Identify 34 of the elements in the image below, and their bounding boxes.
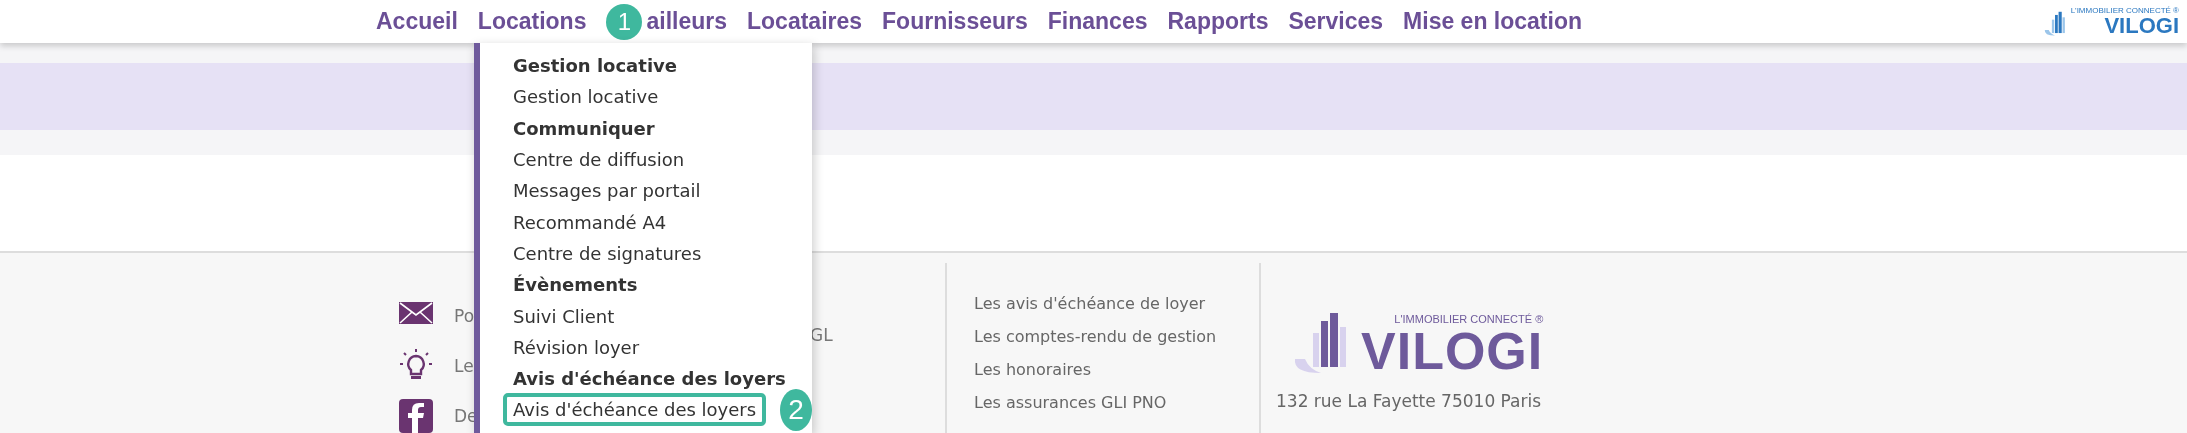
nav-link[interactable]: Locations (477, 8, 587, 35)
menu-heading: Évènements (513, 274, 638, 296)
nav-link[interactable]: Locataires (747, 8, 863, 35)
menu-heading: Avis d'échéance des loyers (513, 368, 786, 390)
menu-heading: Communiquer (513, 117, 655, 139)
step-badge: 2 (780, 388, 812, 431)
logo-tagline: L'IMMOBILIER CONNECTÉ ® (2070, 6, 2179, 15)
menu-item[interactable]: Centre de signatures (513, 242, 702, 264)
footer-link[interactable]: Les assurances GLI PNO (974, 391, 1259, 414)
nav-link[interactable]: Services (1288, 8, 1384, 35)
menu-item[interactable]: Centre de diffusion (513, 149, 685, 171)
logo-name: VILOGI (2104, 15, 2179, 37)
footer-link[interactable]: Les avis d'échéance de loyer (974, 292, 1259, 315)
footer-link[interactable]: Les comptes-rendu de gestion (974, 325, 1259, 348)
nav-link[interactable]: ailleurs (646, 8, 727, 35)
footer-link[interactable]: Po (454, 306, 475, 326)
step-badge: 1 (606, 3, 643, 40)
menu-heading: Gestion locative (513, 55, 677, 77)
nav-link[interactable]: Accueil (376, 8, 458, 35)
menu-item[interactable]: Messages par portail (513, 180, 701, 202)
footer-link[interactable]: Le (454, 356, 474, 376)
nav-link[interactable]: Fournisseurs (882, 8, 1028, 35)
menu-item[interactable]: Gestion locative (513, 86, 659, 108)
nav-link[interactable]: Rapports (1167, 8, 1269, 35)
footer-link[interactable]: Les honoraires (974, 358, 1259, 381)
nav-link[interactable]: Finances (1047, 8, 1148, 35)
nav-link[interactable]: Mise en location (1403, 8, 1583, 35)
menu-item[interactable]: Suivi Client (513, 305, 615, 327)
menu-item[interactable]: Révision loyer (513, 336, 640, 358)
logo-name: VILOGI (1361, 325, 1544, 377)
menu-item[interactable]: Avis d'échéance des loyers (503, 393, 767, 427)
address-text: 132 rue La Fayette 75010 Paris (1276, 391, 1543, 411)
logo-tagline: L'IMMOBILIER CONNECTÉ ® (1394, 313, 1544, 325)
menu-item[interactable]: Recommandé A4 (513, 211, 667, 233)
